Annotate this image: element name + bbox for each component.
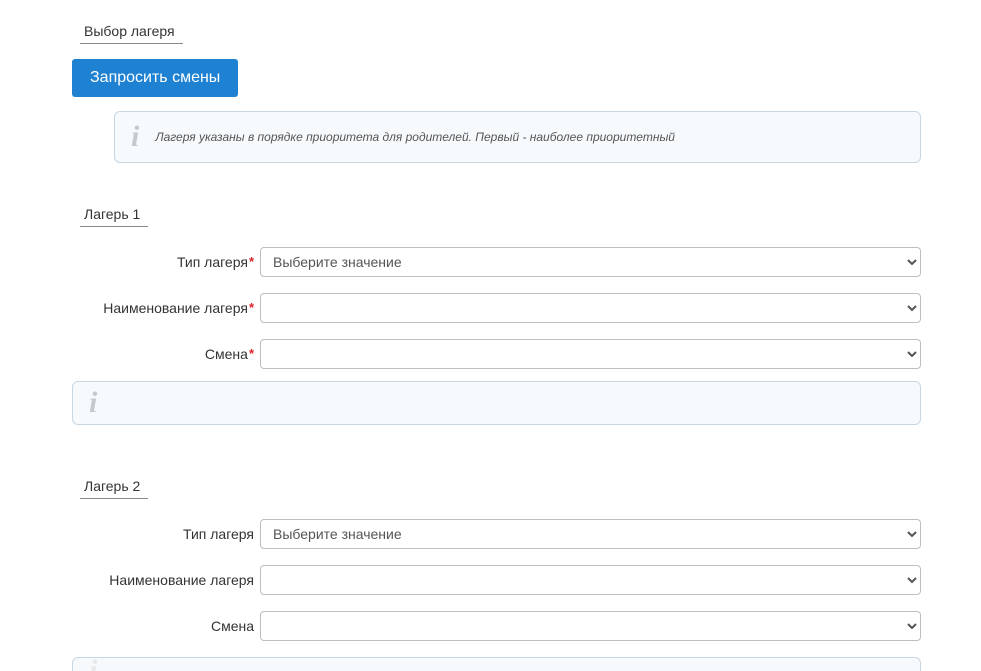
info-icon: i <box>89 662 97 671</box>
request-shifts-button[interactable]: Запросить смены <box>72 59 238 97</box>
camp1-type-label: Тип лагеря <box>177 254 248 270</box>
info-icon: i <box>89 388 97 418</box>
camp2-name-label: Наименование лагеря <box>109 572 254 588</box>
camp1-type-select[interactable]: Выберите значение <box>260 247 921 277</box>
camp-1-title: Лагерь 1 <box>80 203 148 227</box>
camp1-shift-label: Смена <box>205 346 248 362</box>
info-icon: i <box>131 122 139 152</box>
required-star: * <box>249 300 254 315</box>
camp2-name-select[interactable] <box>260 565 921 595</box>
camp2-type-label: Тип лагеря <box>183 526 254 542</box>
camp2-info-box: i <box>72 657 921 671</box>
required-star: * <box>249 254 254 269</box>
camp1-name-select[interactable] <box>260 293 921 323</box>
camp2-shift-select[interactable] <box>260 611 921 641</box>
priority-info-box: i Лагеря указаны в порядке приоритета дл… <box>114 111 921 163</box>
camp-2-title: Лагерь 2 <box>80 475 148 499</box>
priority-info-text: Лагеря указаны в порядке приоритета для … <box>155 130 675 144</box>
section-title-camp-selection: Выбор лагеря <box>80 20 183 44</box>
camp1-name-label: Наименование лагеря <box>103 300 248 316</box>
camp2-shift-label: Смена <box>211 618 254 634</box>
camp1-info-box: i <box>72 381 921 425</box>
required-star: * <box>249 346 254 361</box>
camp2-type-select[interactable]: Выберите значение <box>260 519 921 549</box>
camp1-shift-select[interactable] <box>260 339 921 369</box>
